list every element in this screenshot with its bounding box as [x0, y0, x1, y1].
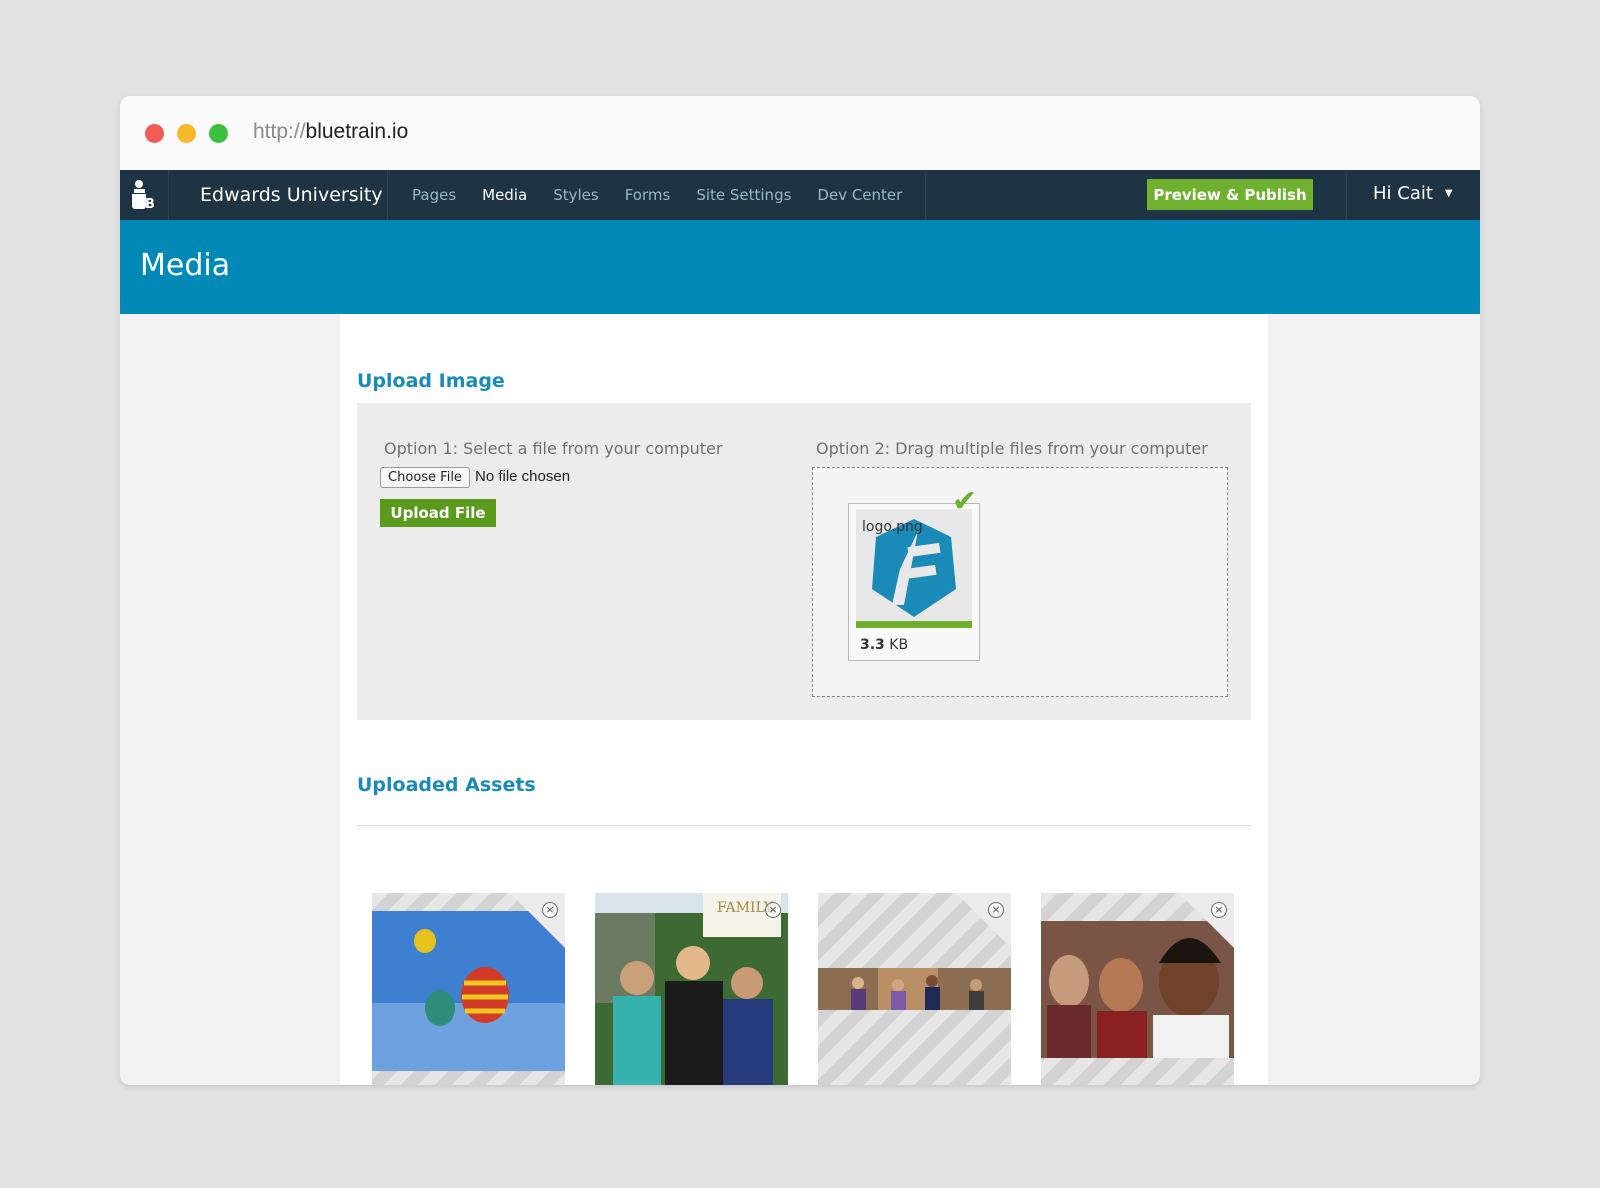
close-window-button[interactable]	[145, 124, 164, 143]
asset-corner	[510, 893, 565, 948]
svg-text:B: B	[145, 197, 155, 212]
page-title: Media	[140, 248, 231, 283]
nav-divider	[925, 170, 926, 220]
upload-image-heading: Upload Image	[357, 370, 505, 392]
asset-thumbnail-students[interactable]: ×	[818, 893, 1011, 1085]
nav-divider	[1346, 170, 1347, 220]
main-nav: Pages Media Styles Forms Site Settings D…	[412, 186, 928, 204]
file-size: 3.3 KB	[860, 637, 908, 653]
browser-titlebar: http://bluetrain.io	[120, 96, 1480, 170]
nav-divider	[387, 170, 388, 220]
user-menu[interactable]: Hi Cait ▼	[1373, 183, 1453, 204]
choose-file-button[interactable]: Choose File	[380, 467, 470, 488]
asset-thumbnail-family[interactable]: FAMILY ×	[595, 893, 788, 1085]
top-navbar: B Edwards University Pages Media Styles …	[120, 170, 1480, 220]
address-bar[interactable]: http://bluetrain.io	[253, 120, 408, 144]
file-name: logo.png	[862, 519, 923, 535]
section-divider	[357, 825, 1251, 826]
uploaded-assets-heading: Uploaded Assets	[357, 774, 536, 796]
remove-asset-icon[interactable]: ×	[1211, 902, 1227, 918]
asset-thumbnail-people[interactable]: ×	[1041, 893, 1234, 1085]
file-size-unit: KB	[889, 637, 909, 653]
file-size-value: 3.3	[860, 637, 885, 653]
nav-item-pages[interactable]: Pages	[412, 186, 456, 204]
remove-asset-icon[interactable]: ×	[988, 902, 1004, 918]
page-header: Media	[120, 220, 1480, 314]
nav-item-dev-center[interactable]: Dev Center	[817, 186, 902, 204]
nav-divider	[168, 170, 169, 220]
nav-item-forms[interactable]: Forms	[625, 186, 671, 204]
asset-thumbnail-balloons[interactable]: ×	[372, 893, 565, 1085]
upload-file-button[interactable]: Upload File	[380, 499, 496, 527]
site-name[interactable]: Edwards University	[200, 184, 383, 206]
drop-zone[interactable]: ✔ logo.png 3.3 KB	[812, 467, 1228, 697]
remove-asset-icon[interactable]: ×	[542, 902, 558, 918]
nav-item-styles[interactable]: Styles	[553, 186, 599, 204]
maximize-window-button[interactable]	[209, 124, 228, 143]
remove-asset-icon[interactable]: ×	[765, 902, 781, 918]
file-thumbnail: logo.png	[856, 509, 972, 621]
url-protocol: http://	[253, 120, 306, 143]
nav-item-site-settings[interactable]: Site Settings	[696, 186, 791, 204]
chevron-down-icon: ▼	[1444, 188, 1453, 199]
main-content: Upload Image Option 1: Select a file fro…	[340, 314, 1268, 1085]
bluetrain-logo-icon[interactable]: B	[120, 170, 168, 220]
nav-item-media[interactable]: Media	[482, 186, 527, 204]
uploaded-file-card: ✔ logo.png 3.3 KB	[848, 484, 980, 661]
browser-window: http://bluetrain.io B Edwards University…	[120, 96, 1480, 1085]
url-host: bluetrain.io	[305, 120, 409, 143]
minimize-window-button[interactable]	[177, 124, 196, 143]
upload-panel: Option 1: Select a file from your comput…	[357, 403, 1251, 720]
user-greeting: Hi Cait	[1373, 183, 1433, 204]
option1-label: Option 1: Select a file from your comput…	[384, 439, 723, 458]
option2-label: Option 2: Drag multiple files from your …	[816, 439, 1208, 458]
family-image	[595, 893, 788, 1085]
no-file-text: No file chosen	[475, 468, 571, 485]
upload-progress-bar	[856, 621, 972, 628]
preview-publish-button[interactable]: Preview & Publish	[1147, 179, 1313, 210]
asset-corner	[956, 893, 1011, 948]
asset-corner	[1179, 893, 1234, 948]
